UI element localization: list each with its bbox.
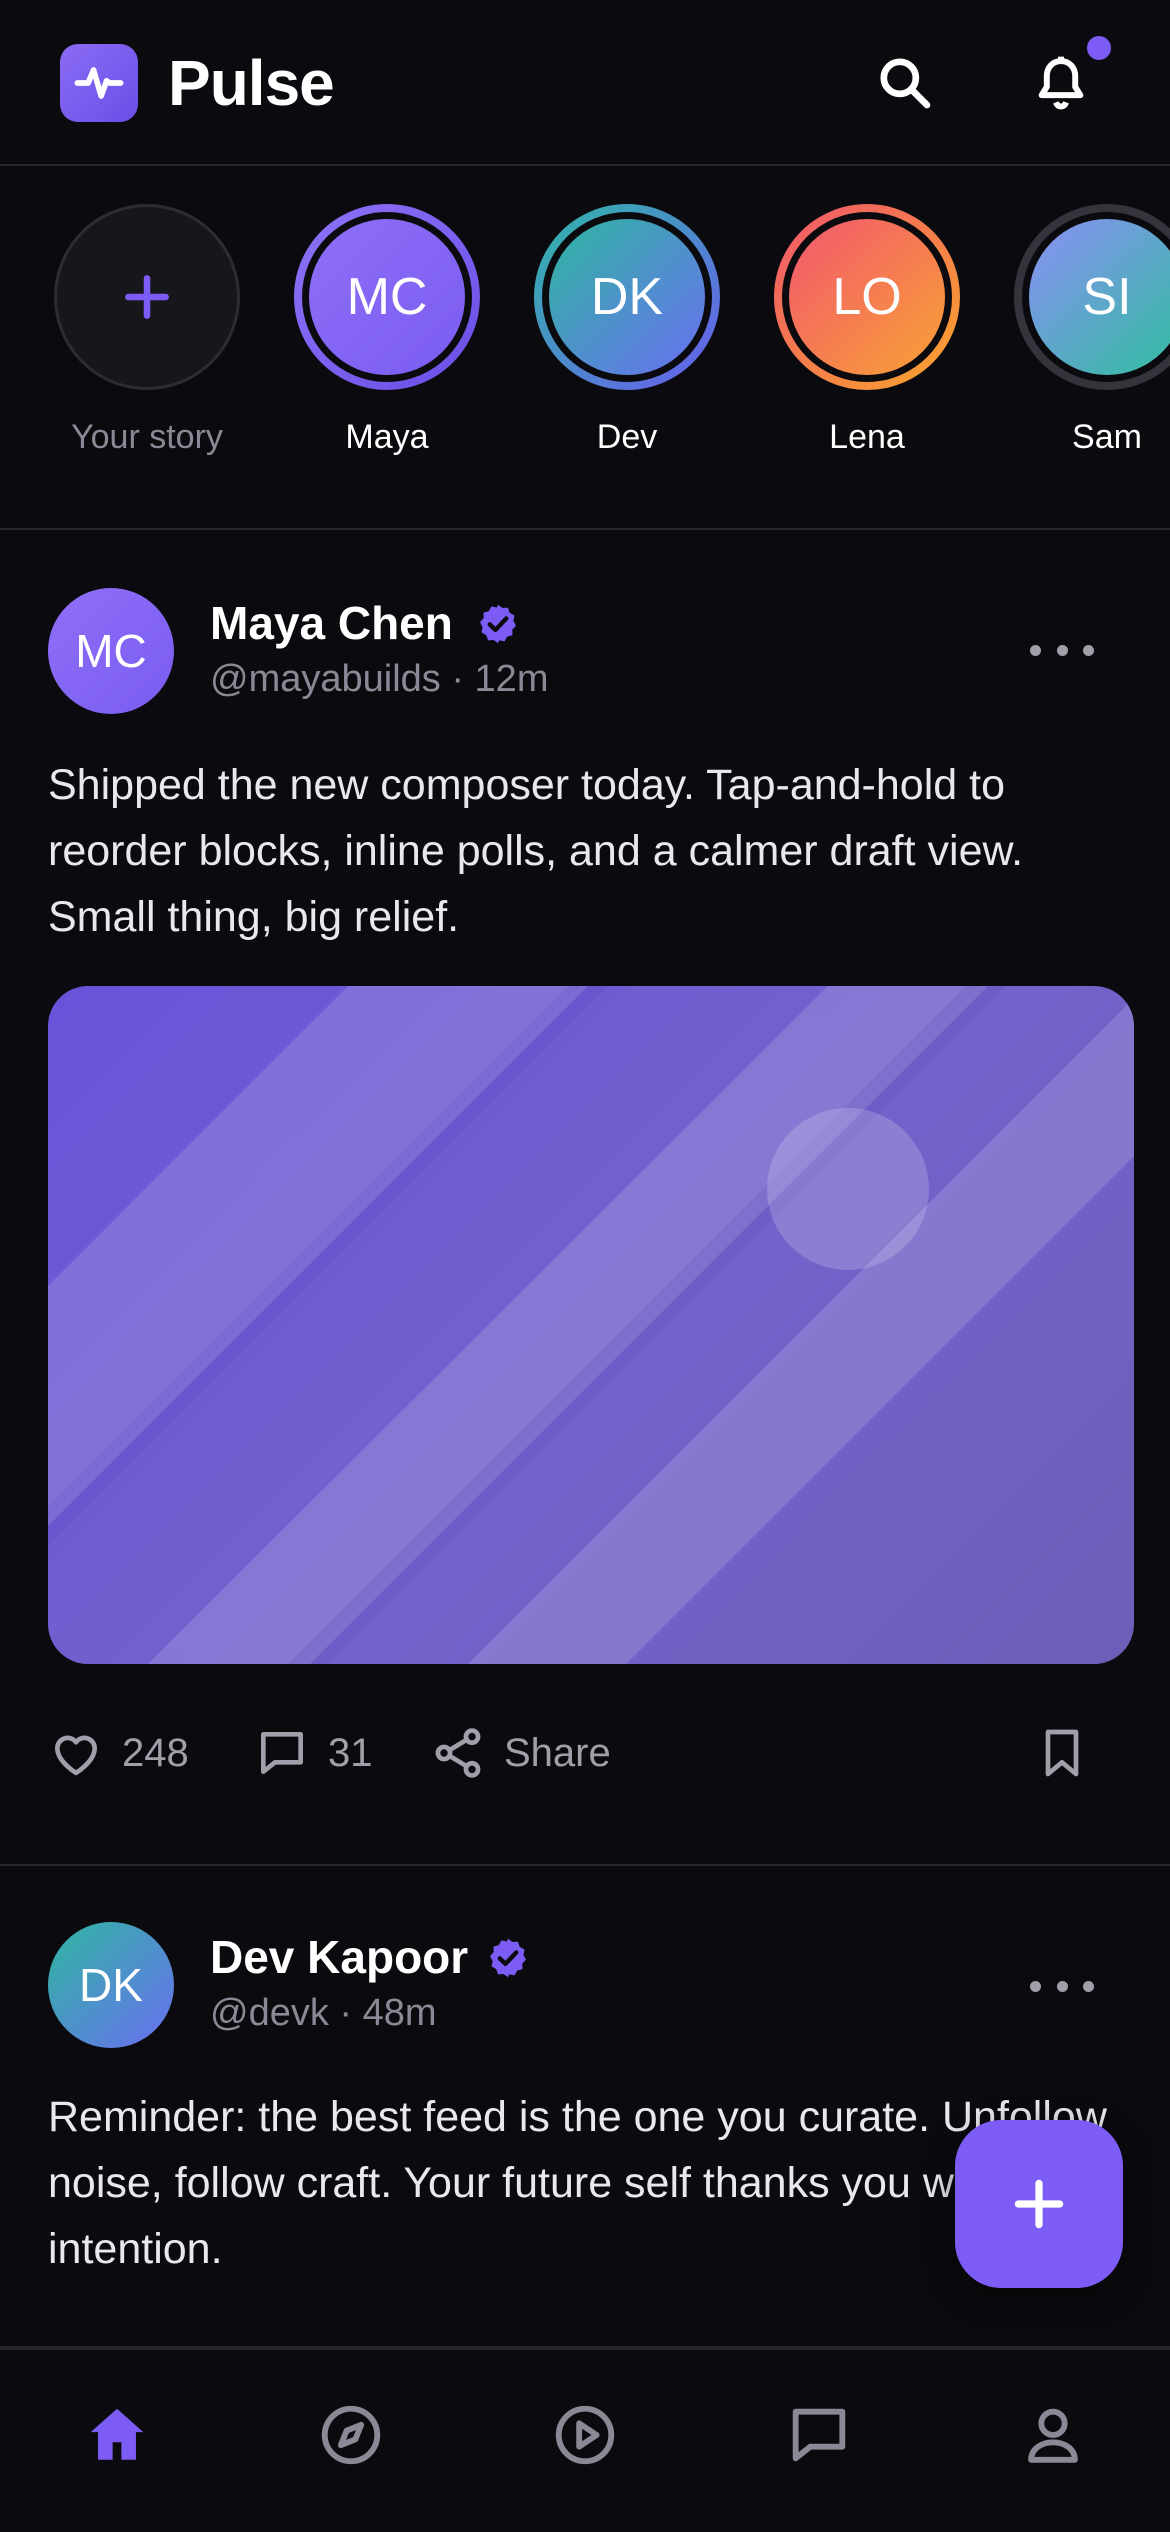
- story-maya[interactable]: MC Maya: [292, 204, 482, 484]
- bookmark-button[interactable]: [1034, 1718, 1090, 1788]
- abstract-illustration: [48, 986, 1134, 1664]
- stories-row: Your story MC Maya DK Dev LO Lena SI Sam: [0, 168, 1170, 530]
- app-header: Pulse: [0, 0, 1170, 166]
- bookmark-icon: [1045, 1729, 1079, 1777]
- story-label: Your story: [71, 418, 223, 456]
- more-options-icon[interactable]: [1030, 630, 1094, 670]
- chat-icon: [792, 2408, 846, 2462]
- like-count: 248: [122, 1730, 189, 1775]
- author-meta: @devk · 48m: [210, 1992, 437, 2034]
- avatar: LO: [789, 219, 945, 375]
- post-text: Shipped the new composer today. Tap-and-…: [48, 761, 1024, 941]
- home-icon: [90, 2408, 144, 2460]
- add-story-button[interactable]: [54, 204, 240, 390]
- pulse-logo-icon: [60, 44, 138, 122]
- nav-explore[interactable]: [306, 2390, 396, 2480]
- avatar[interactable]: MC: [48, 588, 174, 714]
- more-options-icon[interactable]: [1030, 1966, 1094, 2006]
- compass-icon: [321, 2405, 381, 2465]
- play-icon: [555, 2405, 615, 2465]
- plus-icon: [1014, 2179, 1064, 2229]
- comment-count: 31: [328, 1730, 373, 1775]
- avatar: MC: [309, 219, 465, 375]
- app-title: Pulse: [168, 47, 335, 119]
- author-name[interactable]: Dev Kapoor: [210, 1930, 468, 1984]
- like-button[interactable]: 248: [48, 1718, 189, 1788]
- verified-badge-icon: [490, 1938, 526, 1978]
- story-label: Maya: [345, 418, 429, 456]
- search-icon[interactable]: [866, 44, 944, 122]
- compose-button[interactable]: [955, 2120, 1123, 2288]
- story-label: Dev: [596, 418, 658, 456]
- post-image[interactable]: [48, 986, 1134, 1664]
- story-sam[interactable]: SI Sam: [1012, 204, 1170, 484]
- story-ring: DK: [534, 204, 720, 390]
- author-meta: @mayabuilds · 12m: [210, 658, 549, 700]
- nav-videos[interactable]: [540, 2390, 630, 2480]
- heart-icon: [55, 1735, 97, 1776]
- nav-messages[interactable]: [774, 2390, 864, 2480]
- story-ring: SI: [1014, 204, 1170, 390]
- share-icon: [435, 1728, 481, 1778]
- post-actions: 248 31 Share: [48, 1718, 1138, 1788]
- verified-badge-icon: [480, 604, 516, 644]
- avatar: SI: [1029, 219, 1170, 375]
- share-button[interactable]: Share: [430, 1718, 611, 1788]
- comment-icon: [261, 1732, 303, 1774]
- bell-icon[interactable]: [1022, 44, 1100, 122]
- story-your-story[interactable]: Your story: [52, 204, 242, 484]
- author-name[interactable]: Maya Chen: [210, 596, 453, 650]
- story-ring: MC: [294, 204, 480, 390]
- story-lena[interactable]: LO Lena: [772, 204, 962, 484]
- share-label: Share: [504, 1730, 611, 1775]
- comment-button[interactable]: 31: [254, 1718, 373, 1788]
- nav-home[interactable]: [72, 2390, 162, 2480]
- story-label: Sam: [1072, 418, 1142, 456]
- avatar: DK: [549, 219, 705, 375]
- avatar[interactable]: DK: [48, 1922, 174, 2048]
- story-dev[interactable]: DK Dev: [532, 204, 722, 484]
- notification-dot: [1087, 36, 1111, 60]
- nav-profile[interactable]: [1008, 2390, 1098, 2480]
- bottom-nav: [0, 2348, 1170, 2532]
- story-ring: LO: [774, 204, 960, 390]
- user-icon: [1028, 2408, 1078, 2463]
- story-label: Lena: [829, 418, 905, 456]
- post-card: MC Maya Chen @mayabuilds · 12m Shipped t…: [0, 530, 1170, 1866]
